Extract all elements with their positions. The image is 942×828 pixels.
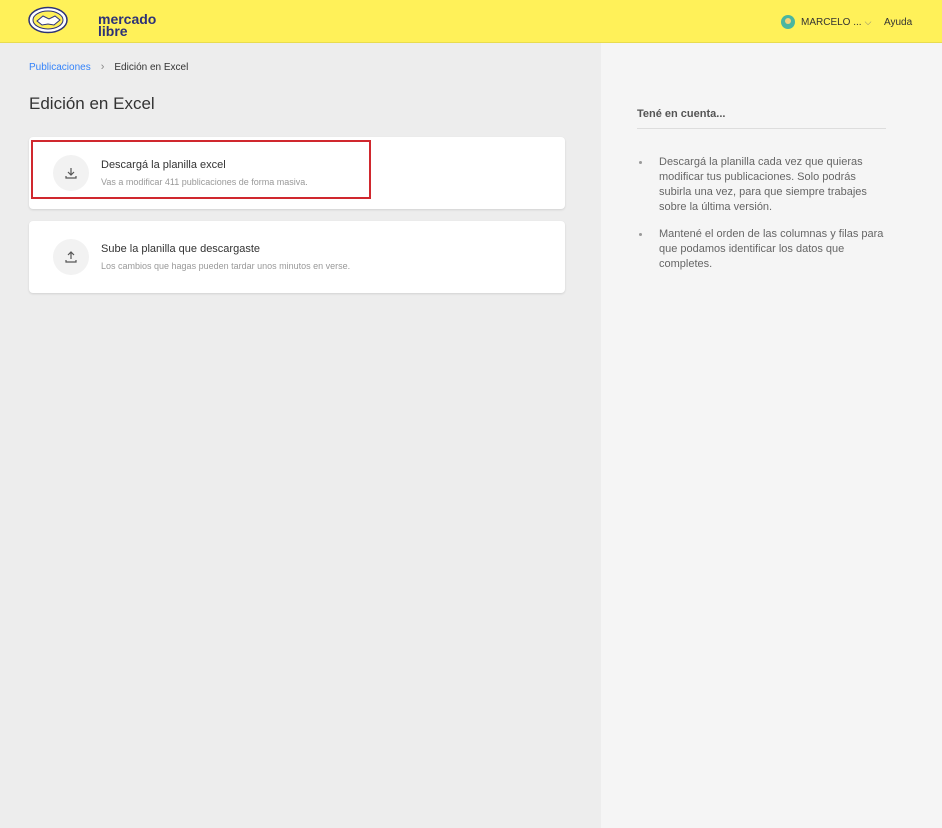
download-spreadsheet-card[interactable]: Descargá la planilla excel Vas a modific… [29,137,565,209]
avatar [781,15,795,29]
upload-icon [53,239,89,275]
breadcrumb: Publicaciones › Edición en Excel [29,61,188,73]
download-icon [53,155,89,191]
handshake-icon [28,6,68,34]
main-content: Publicaciones › Edición en Excel Edición… [0,43,601,828]
upload-spreadsheet-card[interactable]: Sube la planilla que descargaste Los cam… [29,221,565,293]
download-card-subtitle: Vas a modificar 411 publicaciones de for… [101,177,308,187]
mercadolibre-logo[interactable]: mercado libre [28,6,156,38]
tip-item: Mantené el orden de las columnas y filas… [637,227,889,272]
download-card-title: Descargá la planilla excel [101,159,226,171]
page-title: Edición en Excel [29,94,155,113]
chevron-right-icon: › [100,61,105,73]
chevron-down-icon: ⌵ [864,16,872,27]
tips-list: Descargá la planilla cada vez que quiera… [637,155,889,284]
top-header: mercado libre MARCELO ... ⌵ Ayuda [0,0,942,43]
breadcrumb-publicaciones-link[interactable]: Publicaciones [29,62,91,73]
logo-wordmark: mercado libre [98,11,157,39]
help-link[interactable]: Ayuda [884,17,912,28]
user-menu[interactable]: MARCELO ... ⌵ [781,15,871,29]
upload-card-title: Sube la planilla que descargaste [101,243,261,255]
tips-sidebar: Tené en cuenta... Descargá la planilla c… [601,43,942,828]
tip-item: Descargá la planilla cada vez que quiera… [637,155,889,215]
divider [637,128,886,129]
user-name: MARCELO ... [801,16,862,28]
upload-card-subtitle: Los cambios que hagas pueden tardar unos… [101,261,351,271]
tips-title: Tené en cuenta... [637,108,726,120]
breadcrumb-current: Edición en Excel [114,61,189,73]
